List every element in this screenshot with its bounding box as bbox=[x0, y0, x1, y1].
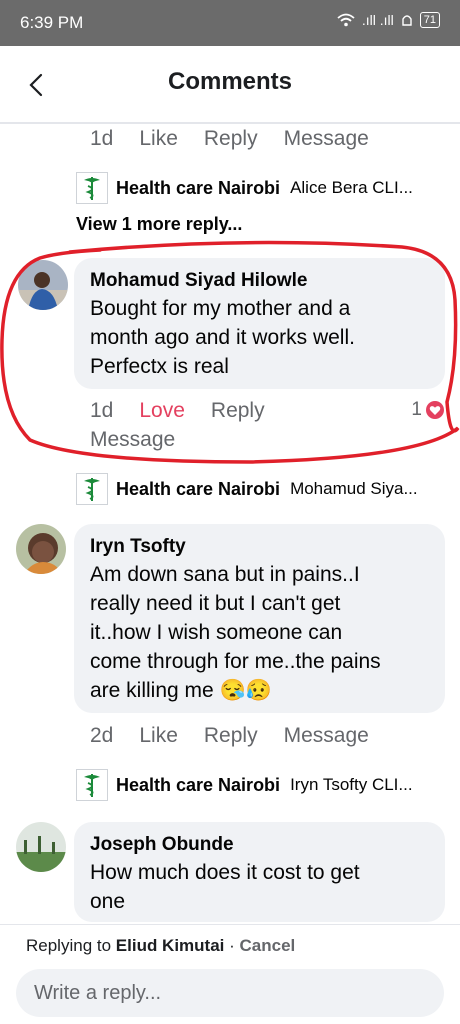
header: Comments bbox=[0, 46, 460, 124]
message-button[interactable]: Message bbox=[284, 127, 369, 151]
comment-time: 2d bbox=[90, 724, 114, 747]
reply-input[interactable] bbox=[16, 969, 444, 1017]
comment-author[interactable]: Mohamud Siyad Hilowle bbox=[90, 268, 429, 294]
message-button[interactable]: Message bbox=[284, 724, 369, 748]
comment-text-line: Bought for my mother and a bbox=[90, 297, 351, 320]
comment-text-line: are killing me 😪😥 bbox=[90, 679, 272, 702]
header-divider bbox=[0, 122, 460, 124]
status-icons: .ıll .ıll 71 bbox=[337, 12, 440, 28]
avatar-image bbox=[16, 822, 66, 872]
reply-preview[interactable]: Health care Nairobi Iryn Tsofty CLI... bbox=[76, 769, 446, 801]
status-bar: 6:39 PM .ıll .ıll 71 bbox=[0, 0, 460, 46]
page-avatar bbox=[76, 769, 108, 801]
reply-page-name[interactable]: Health care Nairobi bbox=[116, 178, 280, 199]
comment-actions-top: 1d Like Reply Message bbox=[90, 127, 395, 151]
cancel-reply-button[interactable]: Cancel bbox=[240, 936, 296, 955]
reply-composer: Replying to Eliud Kimutai · Cancel bbox=[0, 924, 460, 1024]
heart-icon bbox=[426, 401, 444, 419]
caduceus-icon bbox=[84, 774, 100, 797]
reaction-count[interactable]: 1 bbox=[411, 399, 444, 421]
love-reaction-button[interactable]: Love bbox=[139, 399, 185, 423]
status-time: 6:39 PM bbox=[20, 13, 84, 32]
reply-page-name[interactable]: Health care Nairobi bbox=[116, 775, 280, 796]
comment-text-line: month ago and it works well. bbox=[90, 326, 355, 349]
avatar[interactable] bbox=[18, 260, 68, 310]
reply-button[interactable]: Reply bbox=[211, 399, 265, 423]
caduceus-icon bbox=[84, 478, 100, 501]
comment-time: 1d bbox=[90, 127, 114, 150]
reply-snippet: Alice Bera CLI... bbox=[290, 178, 413, 197]
comment-actions: 2d Like Reply Message bbox=[90, 724, 395, 748]
like-button[interactable]: Like bbox=[139, 127, 178, 151]
comment-text-line: come through for me..the pains bbox=[90, 650, 381, 673]
replying-to-line: Replying to Eliud Kimutai · Cancel bbox=[26, 936, 295, 956]
reply-button[interactable]: Reply bbox=[204, 724, 258, 748]
comment-text-line: Am down sana but in pains..I bbox=[90, 563, 360, 586]
replying-to-name: Eliud Kimutai bbox=[115, 936, 225, 955]
alarm-icon bbox=[402, 15, 412, 26]
signal-icon: .ıll .ıll bbox=[361, 12, 394, 28]
caduceus-icon bbox=[84, 177, 100, 200]
page-avatar bbox=[76, 473, 108, 505]
comment-author[interactable]: Iryn Tsofty bbox=[90, 534, 429, 560]
comment-text-line: it..how I wish someone can bbox=[90, 621, 343, 644]
reaction-count-number: 1 bbox=[411, 399, 422, 420]
comment-text-line: really need it but I can't get bbox=[90, 592, 341, 615]
avatar-image bbox=[18, 260, 68, 310]
reply-snippet: Mohamud Siya... bbox=[290, 479, 418, 498]
comment-actions-wrap: Message bbox=[90, 428, 201, 452]
comment-bubble: Iryn Tsofty Am down sana but in pains..I… bbox=[74, 524, 445, 713]
comment-time: 1d bbox=[90, 399, 114, 422]
reply-page-name[interactable]: Health care Nairobi bbox=[116, 479, 280, 500]
separator: · bbox=[224, 936, 240, 955]
comment-text-line: How much does it cost to get bbox=[90, 861, 360, 884]
wifi-icon bbox=[337, 13, 355, 27]
avatar-image bbox=[16, 524, 66, 574]
replying-prefix: Replying to bbox=[26, 936, 116, 955]
reply-preview[interactable]: Health care Nairobi Mohamud Siya... bbox=[76, 473, 446, 505]
like-button[interactable]: Like bbox=[139, 724, 178, 748]
page-title: Comments bbox=[167, 68, 293, 95]
comment-author[interactable]: Joseph Obunde bbox=[90, 832, 429, 858]
reply-preview[interactable]: Health care Nairobi Alice Bera CLI... bbox=[76, 172, 446, 204]
comment-actions: 1d Love Reply bbox=[90, 399, 291, 423]
comment-bubble: Joseph Obunde How much does it cost to g… bbox=[74, 822, 445, 922]
avatar[interactable] bbox=[16, 524, 66, 574]
reply-button[interactable]: Reply bbox=[204, 127, 258, 151]
comment-bubble: Mohamud Siyad Hilowle Bought for my moth… bbox=[74, 258, 445, 389]
page-avatar bbox=[76, 172, 108, 204]
reply-snippet: Iryn Tsofty CLI... bbox=[290, 775, 413, 794]
avatar[interactable] bbox=[16, 822, 66, 872]
view-more-replies-link[interactable]: View 1 more reply... bbox=[76, 214, 242, 235]
comment-text-line: one bbox=[90, 890, 126, 913]
message-button[interactable]: Message bbox=[90, 428, 175, 452]
battery-icon: 71 bbox=[419, 12, 440, 28]
comment-text-line: Perfectx is real bbox=[90, 355, 229, 378]
